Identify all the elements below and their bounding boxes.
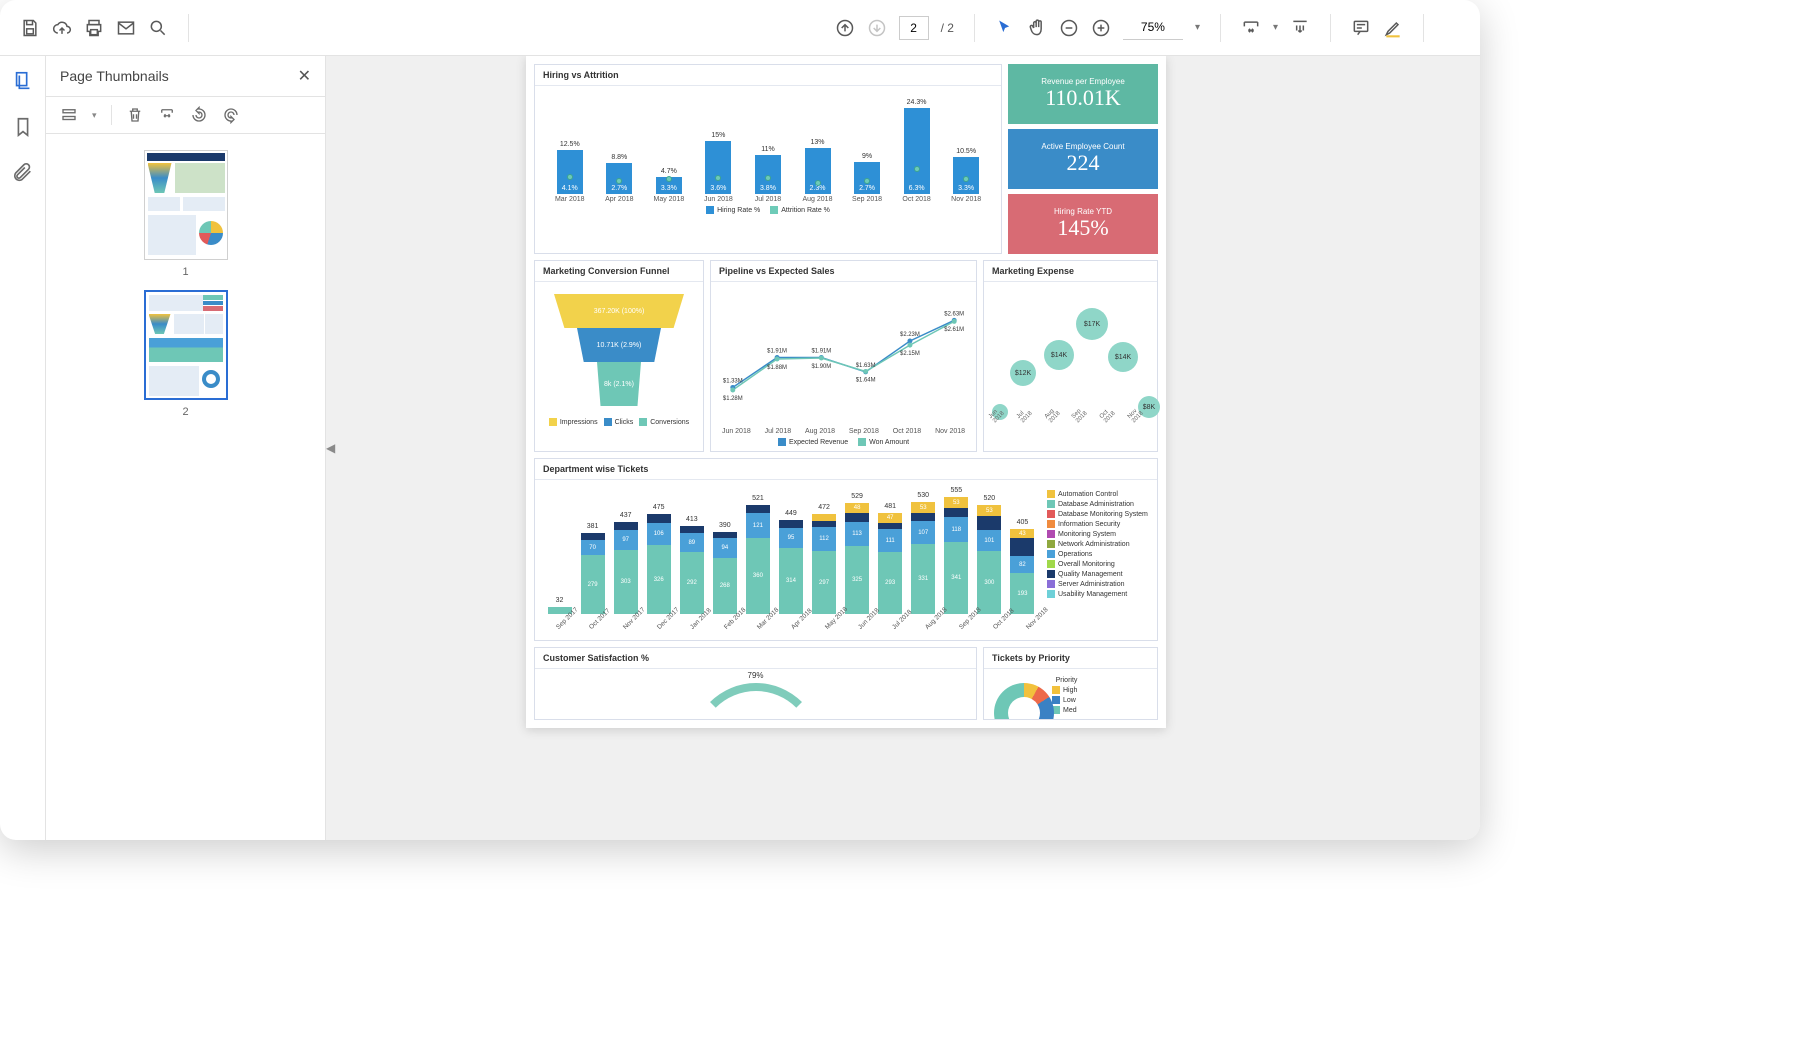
priority-card: Tickets by Priority PriorityHighLowMed xyxy=(983,647,1158,720)
kpi-value: 145% xyxy=(1057,216,1108,240)
legend-label: Won Amount xyxy=(869,439,909,446)
thumbnail-panel: Page Thumbnails ✕ ▾ xyxy=(46,56,326,840)
bookmarks-tab-icon[interactable] xyxy=(12,116,34,138)
svg-text:$2.23M: $2.23M xyxy=(900,332,920,338)
svg-text:$1.64M: $1.64M xyxy=(856,377,876,383)
pipeline-title: Pipeline vs Expected Sales xyxy=(711,261,976,282)
page-total: / 2 xyxy=(941,21,954,35)
sat-value: 79% xyxy=(747,671,763,680)
funnel-title: Marketing Conversion Funnel xyxy=(535,261,703,282)
svg-text:$1.91M: $1.91M xyxy=(767,349,787,355)
legend-label: Impressions xyxy=(560,419,598,426)
thumb-options-icon[interactable] xyxy=(60,106,78,124)
highlight-icon[interactable] xyxy=(1383,18,1403,38)
legend-label: Expected Revenue xyxy=(789,439,848,446)
kpi-hiring: Hiring Rate YTD 145% xyxy=(1008,194,1158,254)
thumbnail-panel-title: Page Thumbnails xyxy=(60,68,169,84)
svg-text:$2.61M: $2.61M xyxy=(944,327,964,333)
priority-legend-title: Priority xyxy=(1052,677,1077,684)
thumbnail-page-1[interactable]: 1 xyxy=(144,150,228,278)
print-icon[interactable] xyxy=(84,18,104,38)
priority-title: Tickets by Priority xyxy=(984,648,1157,669)
hiring-title: Hiring vs Attrition xyxy=(535,65,1001,86)
upload-cloud-icon[interactable] xyxy=(52,18,72,38)
comment-icon[interactable] xyxy=(1351,18,1371,38)
zoom-input[interactable] xyxy=(1123,16,1183,40)
legend-label: Attrition Rate % xyxy=(781,207,830,214)
zoom-out-icon[interactable] xyxy=(1059,18,1079,38)
side-rail xyxy=(0,56,46,840)
delete-icon[interactable] xyxy=(126,106,144,124)
attachments-tab-icon[interactable] xyxy=(12,162,34,184)
kpi-column: Revenue per Employee 110.01K Active Empl… xyxy=(1008,64,1158,254)
dept-title: Department wise Tickets xyxy=(535,459,1157,480)
fit-page-icon[interactable] xyxy=(1290,18,1310,38)
close-icon[interactable]: ✕ xyxy=(298,66,311,86)
collapse-panel-icon[interactable]: ◀ xyxy=(326,441,335,455)
svg-text:$2.63M: $2.63M xyxy=(944,311,964,317)
kpi-revenue: Revenue per Employee 110.01K xyxy=(1008,64,1158,124)
toolbar: / 2 ▾ ▾ xyxy=(0,0,1480,56)
next-page-icon xyxy=(867,18,887,38)
prev-page-icon[interactable] xyxy=(835,18,855,38)
legend-label: Conversions xyxy=(650,419,689,426)
viewport[interactable]: ◀ Hiring vs Attrition 12.5% 4.1% 8.8% 2.… xyxy=(326,56,1480,840)
thumb-num: 1 xyxy=(182,266,188,278)
hiring-card: Hiring vs Attrition 12.5% 4.1% 8.8% 2.7%… xyxy=(534,64,1002,254)
marketing-title: Marketing Expense xyxy=(984,261,1157,282)
fit-width-icon[interactable] xyxy=(1241,18,1261,38)
zoom-caret-icon[interactable]: ▾ xyxy=(1195,22,1200,33)
rotate-ccw-icon[interactable] xyxy=(190,106,208,124)
svg-text:$1.91M: $1.91M xyxy=(811,349,831,355)
rotate-cw-icon[interactable] xyxy=(222,106,240,124)
legend-label: Hiring Rate % xyxy=(717,207,760,214)
thumbnail-list: 1 2 xyxy=(46,134,325,840)
pan-tool-icon[interactable] xyxy=(1027,18,1047,38)
svg-text:$2.15M: $2.15M xyxy=(900,351,920,357)
legend-label: Clicks xyxy=(615,419,634,426)
pipeline-card: Pipeline vs Expected Sales $1.33M $1.91M $… xyxy=(710,260,977,452)
kpi-count: Active Employee Count 224 xyxy=(1008,129,1158,189)
thumbnails-tab-icon[interactable] xyxy=(12,70,34,92)
kpi-value: 224 xyxy=(1067,151,1100,175)
fit-caret-icon[interactable]: ▾ xyxy=(1273,22,1278,33)
thumbnail-page-2[interactable]: 2 xyxy=(144,290,228,418)
svg-text:$1.33M: $1.33M xyxy=(723,378,743,384)
select-tool-icon[interactable] xyxy=(995,18,1015,38)
organize-icon[interactable] xyxy=(158,106,176,124)
funnel-card: Marketing Conversion Funnel 367.20K (100… xyxy=(534,260,704,452)
dept-card: Department wise Tickets 3238127970437303… xyxy=(534,458,1158,641)
thumb-num: 2 xyxy=(182,406,188,418)
kpi-value: 110.01K xyxy=(1045,86,1121,110)
save-icon[interactable] xyxy=(20,18,40,38)
svg-text:$1.63M: $1.63M xyxy=(856,363,876,369)
email-icon[interactable] xyxy=(116,18,136,38)
page-input[interactable] xyxy=(899,16,929,40)
zoom-in-icon[interactable] xyxy=(1091,18,1111,38)
svg-text:$1.28M: $1.28M xyxy=(723,396,743,402)
app-window: / 2 ▾ ▾ xyxy=(0,0,1480,840)
main: Page Thumbnails ✕ ▾ xyxy=(0,56,1480,840)
marketing-card: Marketing Expense $12K$14K$17K$14K$8K Ju… xyxy=(983,260,1158,452)
sat-title: Customer Satisfaction % xyxy=(535,648,976,669)
svg-text:$1.88M: $1.88M xyxy=(767,365,787,371)
donut-chart xyxy=(994,683,1054,719)
search-icon[interactable] xyxy=(148,18,168,38)
svg-text:$1.90M: $1.90M xyxy=(811,364,831,370)
sat-card: Customer Satisfaction % 79% xyxy=(534,647,977,720)
page-canvas: Hiring vs Attrition 12.5% 4.1% 8.8% 2.7%… xyxy=(526,56,1166,728)
